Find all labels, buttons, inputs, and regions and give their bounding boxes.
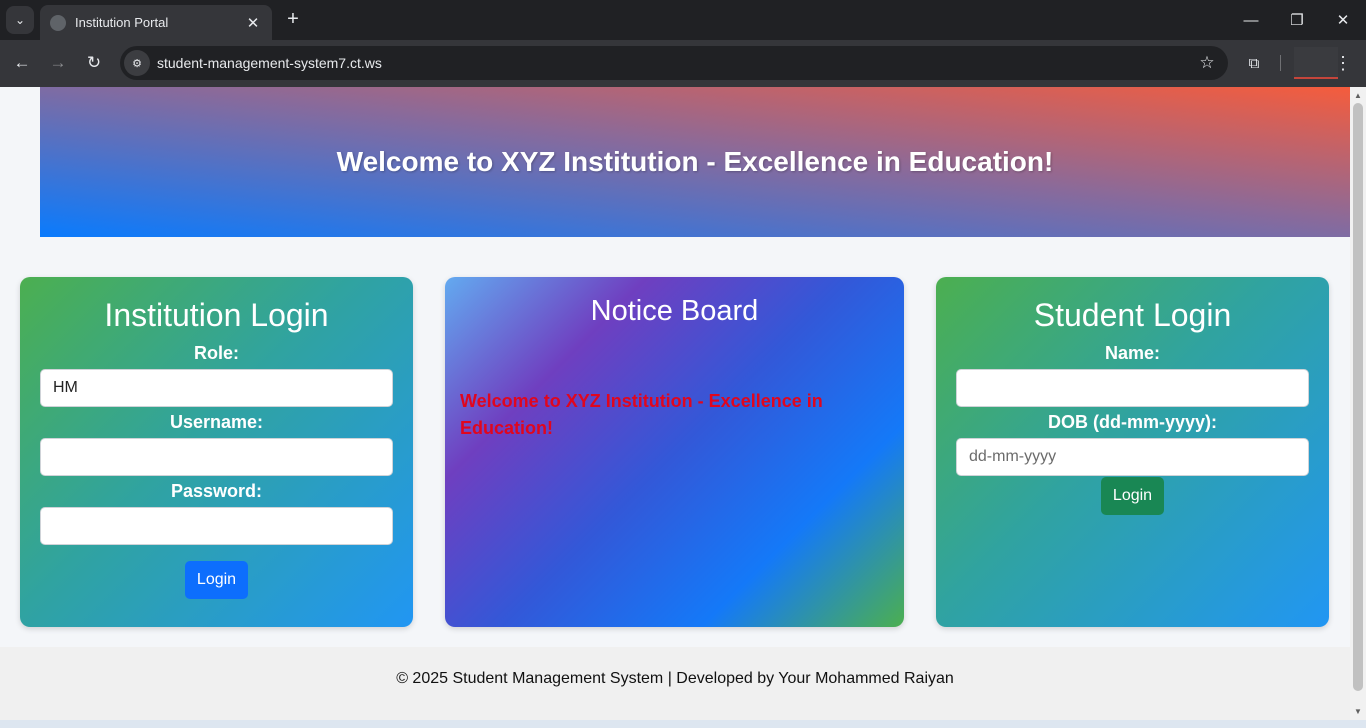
role-label: Role: bbox=[194, 343, 239, 363]
globe-icon bbox=[50, 14, 66, 31]
student-login-title: Student Login bbox=[1033, 297, 1232, 333]
tab-title: Institution Portal bbox=[75, 15, 169, 30]
footer-text: © 2025 Student Management System | Devel… bbox=[396, 669, 954, 687]
password-label: Password: bbox=[170, 481, 263, 501]
dob-input[interactable] bbox=[956, 438, 1309, 476]
welcome-banner: Welcome to XYZ Institution - Excellence … bbox=[40, 87, 1350, 237]
page-scrollbar[interactable]: ▲ ▼ bbox=[1350, 87, 1366, 720]
institution-login-button[interactable]: Login bbox=[184, 561, 249, 599]
student-login-button[interactable]: Login bbox=[1100, 477, 1165, 515]
url-text[interactable]: student-management-system7.ct.ws bbox=[157, 55, 1192, 71]
reload-icon[interactable]: ↻ bbox=[80, 50, 108, 76]
browser-menu-icon[interactable]: ⋮ bbox=[1332, 50, 1354, 76]
username-label: Username: bbox=[169, 412, 264, 432]
scroll-up-icon[interactable]: ▲ bbox=[1353, 91, 1363, 100]
browser-toolbar: ← → ↻ ⚙ student-management-system7.ct.ws… bbox=[0, 40, 1366, 87]
address-bar[interactable]: ⚙ student-management-system7.ct.ws ☆ bbox=[120, 46, 1228, 80]
username-input[interactable] bbox=[40, 438, 393, 476]
browser-tab[interactable]: Institution Portal ✕ bbox=[40, 5, 272, 40]
taskbar-strip bbox=[0, 720, 1366, 728]
student-login-card: Student Login Name: DOB (dd-mm-yyyy): Lo… bbox=[936, 277, 1329, 627]
notice-message: Welcome to XYZ Institution - Excellence … bbox=[460, 391, 823, 438]
name-label: Name: bbox=[1104, 343, 1161, 363]
forward-icon[interactable]: → bbox=[44, 50, 72, 76]
notice-board-title: Notice Board bbox=[590, 295, 759, 327]
tab-search-icon[interactable]: ⌄ bbox=[6, 6, 34, 34]
browser-tab-bar: ⌄ Institution Portal ✕ + — ❐ ✕ bbox=[0, 0, 1366, 40]
page-viewport: Welcome to XYZ Institution - Excellence … bbox=[0, 87, 1350, 720]
notice-board-card: Notice Board Welcome to XYZ Institution … bbox=[445, 277, 904, 627]
close-window-icon[interactable]: ✕ bbox=[1320, 6, 1366, 34]
institution-login-title: Institution Login bbox=[104, 297, 329, 333]
scrollbar-thumb[interactable] bbox=[1353, 103, 1363, 691]
name-input[interactable] bbox=[956, 369, 1309, 407]
new-tab-icon[interactable]: + bbox=[282, 8, 304, 32]
extensions-icon[interactable]: ⧉ bbox=[1240, 50, 1268, 76]
bookmark-star-icon[interactable]: ☆ bbox=[1192, 53, 1222, 73]
toolbar-divider bbox=[1280, 55, 1281, 71]
restore-icon[interactable]: ❐ bbox=[1274, 6, 1320, 34]
institution-login-card: Institution Login Role: Username: Passwo… bbox=[20, 277, 413, 627]
scroll-down-icon[interactable]: ▼ bbox=[1353, 707, 1363, 716]
site-info-icon[interactable]: ⚙ bbox=[124, 50, 150, 76]
back-icon[interactable]: ← bbox=[8, 50, 36, 76]
page-footer: © 2025 Student Management System | Devel… bbox=[0, 647, 1350, 720]
dob-label: DOB (dd-mm-yyyy): bbox=[1047, 412, 1217, 432]
page-title: Welcome to XYZ Institution - Excellence … bbox=[336, 146, 1054, 177]
close-tab-icon[interactable]: ✕ bbox=[244, 14, 262, 32]
minimize-icon[interactable]: — bbox=[1228, 6, 1274, 34]
password-input[interactable] bbox=[40, 507, 393, 545]
role-input[interactable] bbox=[40, 369, 393, 407]
